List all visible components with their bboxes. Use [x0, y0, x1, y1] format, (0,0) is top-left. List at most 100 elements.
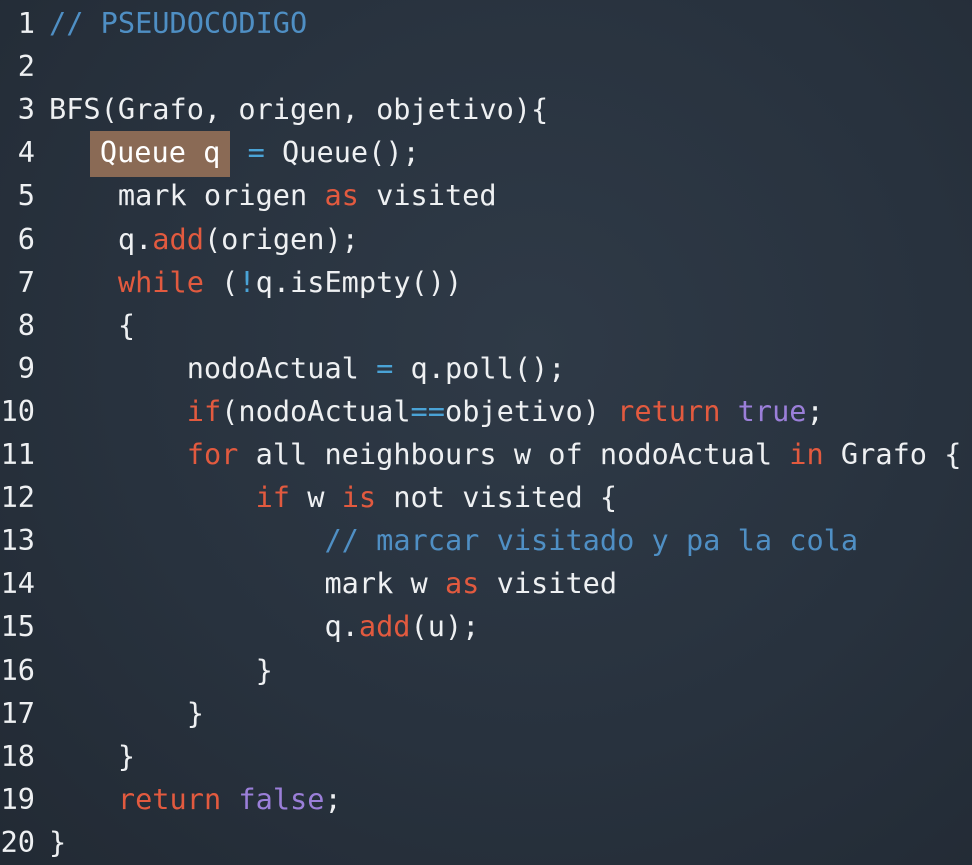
code-text[interactable]: for all neighbours w of nodoActual in Gr… [49, 437, 962, 471]
code-text[interactable]: if(nodoActual==objetivo) return true; [49, 394, 824, 428]
code-token: ; [806, 393, 824, 428]
code-token: { [49, 307, 136, 342]
code-token: // PSEUDOCODIGO [49, 6, 308, 40]
code-token: if [255, 480, 291, 515]
line-number: 13 [0, 523, 35, 558]
code-text[interactable]: mark w as visited [49, 566, 617, 600]
code-line-15[interactable]: 15 q.add(u); [0, 605, 480, 648]
code-text[interactable]: { [49, 308, 135, 342]
code-text[interactable]: } [49, 696, 204, 730]
code-line-11[interactable]: 11 for all neighbours w of nodoActual in… [0, 433, 962, 476]
code-line-10[interactable]: 10 if(nodoActual==objetivo) return true; [0, 390, 824, 433]
code-token: = [247, 135, 265, 170]
code-line-9[interactable]: 9 nodoActual = q.poll(); [0, 347, 566, 390]
code-token: // marcar visitado y pa la cola [324, 523, 859, 558]
line-number: 5 [17, 178, 35, 213]
line-number: 11 [0, 437, 35, 471]
code-token: Queue(); [264, 135, 420, 170]
code-token: while [117, 264, 204, 299]
code-token: q.isEmpty()) [255, 264, 463, 299]
code-line-1[interactable]: 1 // PSEUDOCODIGO [0, 2, 307, 45]
code-token: not visited { [376, 480, 618, 515]
code-token: add [152, 221, 204, 256]
code-text[interactable]: Queue q = Queue(); [49, 131, 420, 178]
code-token: all neighbours w of nodoActual [238, 437, 790, 471]
code-token: (u); [410, 609, 480, 644]
line-number: 7 [17, 264, 35, 299]
line-number: 19 [0, 781, 35, 816]
code-token: w [290, 480, 342, 515]
line-number: 14 [0, 566, 35, 601]
code-text[interactable]: if w is not visited { [49, 480, 618, 515]
line-number: 18 [0, 738, 35, 773]
code-token: visited [479, 566, 618, 601]
code-line-2[interactable]: 2 [0, 45, 49, 88]
code-line-5[interactable]: 5 mark origen as visited [0, 174, 497, 217]
line-number: 4 [17, 135, 35, 170]
code-text[interactable]: return false; [49, 782, 342, 816]
code-token: return [617, 393, 721, 428]
code-text[interactable]: // marcar visitado y pa la cola [49, 523, 858, 557]
code-text[interactable]: } [49, 653, 273, 687]
code-token: visited [358, 178, 497, 213]
code-text[interactable]: nodoActual = q.poll(); [49, 350, 566, 385]
code-text[interactable]: } [49, 739, 135, 773]
code-token: add [358, 609, 411, 644]
code-text[interactable]: BFS(Grafo, origen, objetivo){ [49, 92, 548, 126]
code-text[interactable]: while (!q.isEmpty()) [49, 265, 462, 299]
code-line-4[interactable]: 4 Queue q = Queue(); [0, 131, 420, 178]
line-number: 16 [0, 652, 35, 687]
code-text[interactable]: // PSEUDOCODIGO [49, 6, 307, 40]
code-token: == [410, 393, 445, 428]
code-token: ! [238, 264, 256, 299]
code-text[interactable]: q.add(u); [49, 609, 479, 643]
code-line-8[interactable]: 8 { [0, 304, 135, 347]
code-line-19[interactable]: 19 return false; [0, 778, 342, 821]
code-text[interactable]: } [49, 825, 66, 859]
code-editor[interactable]: 1 // PSEUDOCODIGO 2 3 BFS(Grafo, origen, obj… [0, 0, 972, 865]
code-token: q. [49, 221, 153, 256]
code-token: } [49, 824, 67, 859]
code-line-12[interactable]: 12 if w is not visited { [0, 476, 618, 519]
line-number: 2 [17, 49, 35, 84]
code-token: if [186, 393, 222, 428]
line-number: 17 [0, 695, 35, 730]
code-token: mark origen [49, 178, 325, 213]
code-text[interactable]: q.add(origen); [49, 222, 359, 256]
code-token: as [444, 566, 480, 601]
code-line-7[interactable]: 7 while (!q.isEmpty()) [0, 261, 462, 304]
code-token: ; [324, 781, 342, 816]
code-token: nodoActual [49, 350, 377, 385]
code-token: q.poll(); [393, 350, 566, 385]
code-token: ( [203, 264, 239, 299]
code-token: } [49, 695, 204, 730]
line-number: 1 [17, 6, 35, 40]
code-line-14[interactable]: 14 mark w as visited [0, 562, 618, 605]
code-line-16[interactable]: 16 } [0, 649, 273, 692]
code-token: = [376, 350, 394, 385]
code-line-17[interactable]: 17 } [0, 692, 204, 735]
code-token: true [737, 393, 807, 428]
code-line-6[interactable]: 6 q.add(origen); [0, 218, 359, 261]
code-line-13[interactable]: 13 // marcar visitado y pa la cola [0, 519, 859, 562]
code-line-18[interactable]: 18 } [0, 735, 136, 778]
line-number: 20 [0, 824, 35, 859]
code-token: q. [49, 609, 359, 644]
code-token: } [49, 652, 273, 687]
code-line-20[interactable]: 20} [0, 821, 67, 864]
code-line-3[interactable]: 3 BFS(Grafo, origen, objetivo){ [0, 88, 548, 131]
code-token: in [789, 437, 824, 471]
line-number: 3 [17, 92, 35, 127]
code-token: as [324, 178, 359, 213]
line-number: 15 [0, 609, 35, 644]
code-token: mark w [49, 566, 445, 601]
code-text[interactable]: mark origen as visited [49, 178, 497, 212]
code-token: BFS(Grafo, origen, objetivo){ [49, 92, 549, 127]
